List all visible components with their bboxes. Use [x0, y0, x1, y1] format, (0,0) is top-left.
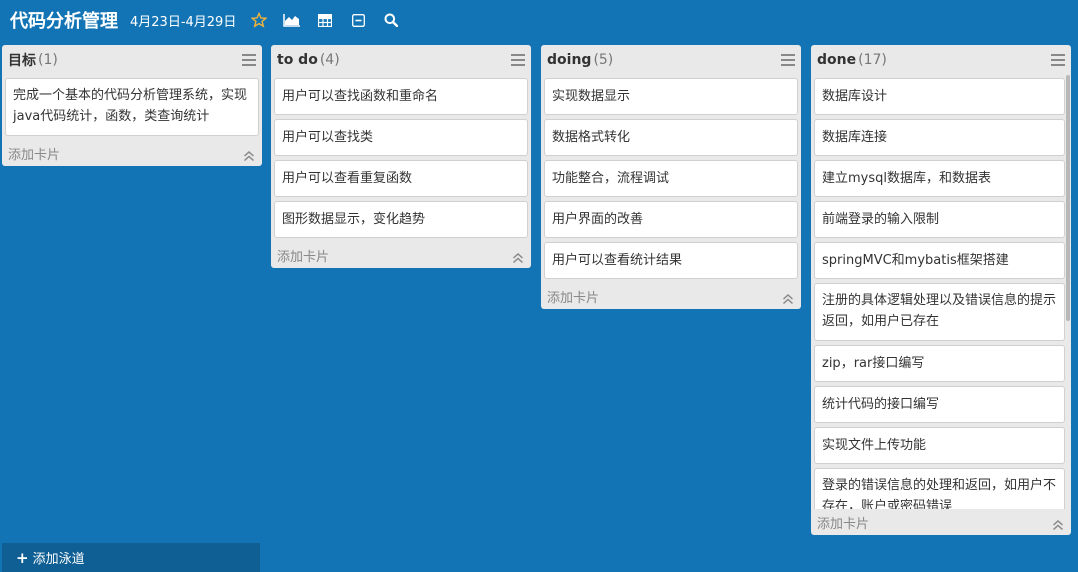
menu-icon[interactable] — [1051, 54, 1065, 66]
board-header: 代码分析管理 4月23日-4月29日 — [0, 0, 1078, 40]
list-doing: doing (5) 实现数据显示 数据格式转化 功能整合，流程调试 用户界面的改… — [541, 45, 801, 309]
card[interactable]: 建立mysql数据库，和数据表 — [814, 160, 1065, 197]
collapse-icon[interactable] — [348, 10, 368, 30]
menu-icon[interactable] — [781, 54, 795, 66]
card[interactable]: 用户可以查找类 — [274, 119, 528, 156]
list-footer: 添加卡片 — [271, 242, 531, 268]
card[interactable]: 注册的具体逻辑处理以及错误信息的提示返回，如用户已存在 — [814, 283, 1065, 341]
list-done: done (17) 数据库设计 数据库连接 建立mysql数据库，和数据表 前端… — [811, 45, 1071, 535]
card-list: 用户可以查找函数和重命名 用户可以查找类 用户可以查看重复函数 图形数据显示，变… — [271, 78, 531, 238]
chevron-up-icon[interactable] — [782, 290, 794, 305]
list-footer: 添加卡片 — [2, 140, 262, 166]
chevron-up-icon[interactable] — [512, 249, 524, 264]
card[interactable]: springMVC和mybatis框架搭建 — [814, 242, 1065, 279]
card[interactable]: 数据库连接 — [814, 119, 1065, 156]
chevron-up-icon[interactable] — [243, 147, 255, 162]
list-count: (1) — [38, 52, 58, 68]
card[interactable]: 前端登录的输入限制 — [814, 201, 1065, 238]
list-header: 目标 (1) — [2, 45, 262, 75]
list-count: (5) — [593, 52, 614, 68]
search-icon[interactable] — [381, 10, 401, 30]
list-count: (17) — [858, 52, 887, 68]
card[interactable]: 统计代码的接口编写 — [814, 386, 1065, 423]
list-goal: 目标 (1) 完成一个基本的代码分析管理系统，实现java代码统计，函数，类查询… — [2, 45, 262, 166]
card[interactable]: 数据格式转化 — [544, 119, 798, 156]
menu-icon[interactable] — [242, 54, 256, 66]
scrollbar[interactable] — [1066, 75, 1070, 321]
card[interactable]: 登录的错误信息的处理和返回，如用户不存在，账户或密码错误 — [814, 468, 1065, 509]
add-lane-button[interactable]: + 添加泳道 — [2, 543, 260, 572]
board-dates: 4月23日-4月29日 — [130, 14, 237, 30]
list-header: to do (4) — [271, 45, 531, 75]
card[interactable]: 用户可以查找函数和重命名 — [274, 78, 528, 115]
add-lane-label: 添加泳道 — [32, 552, 85, 567]
card[interactable]: 用户界面的改善 — [544, 201, 798, 238]
list-name[interactable]: done — [817, 52, 856, 68]
star-icon[interactable] — [249, 10, 269, 30]
card[interactable]: 完成一个基本的代码分析管理系统，实现java代码统计，函数，类查询统计 — [5, 78, 259, 136]
board-title[interactable]: 代码分析管理 — [10, 7, 118, 33]
card-list: 实现数据显示 数据格式转化 功能整合，流程调试 用户界面的改善 用户可以查看统计… — [541, 78, 801, 279]
card[interactable]: 图形数据显示，变化趋势 — [274, 201, 528, 238]
plus-icon: + — [16, 548, 29, 567]
add-card-button[interactable]: 添加卡片 — [8, 144, 60, 163]
card[interactable]: zip，rar接口编写 — [814, 345, 1065, 382]
card-list: 数据库设计 数据库连接 建立mysql数据库，和数据表 前端登录的输入限制 sp… — [811, 75, 1071, 509]
list-header: doing (5) — [541, 45, 801, 75]
list-header: done (17) — [811, 45, 1071, 75]
list-footer: 添加卡片 — [811, 509, 1071, 535]
chart-icon[interactable] — [282, 10, 302, 30]
list-footer: 添加卡片 — [541, 283, 801, 309]
add-card-button[interactable]: 添加卡片 — [547, 287, 599, 306]
card[interactable]: 实现文件上传功能 — [814, 427, 1065, 464]
add-card-button[interactable]: 添加卡片 — [817, 513, 869, 532]
list-count: (4) — [319, 52, 340, 68]
list-todo: to do (4) 用户可以查找函数和重命名 用户可以查找类 用户可以查看重复函… — [271, 45, 531, 268]
card[interactable]: 用户可以查看重复函数 — [274, 160, 528, 197]
chevron-up-icon[interactable] — [1052, 516, 1064, 531]
add-card-button[interactable]: 添加卡片 — [277, 246, 329, 265]
list-name[interactable]: 目标 — [8, 50, 36, 70]
card[interactable]: 用户可以查看统计结果 — [544, 242, 798, 279]
card[interactable]: 实现数据显示 — [544, 78, 798, 115]
table-icon[interactable] — [315, 10, 335, 30]
menu-icon[interactable] — [511, 54, 525, 66]
list-name[interactable]: doing — [547, 52, 591, 68]
card[interactable]: 功能整合，流程调试 — [544, 160, 798, 197]
list-name[interactable]: to do — [277, 52, 318, 68]
card[interactable]: 数据库设计 — [814, 78, 1065, 115]
card-list: 完成一个基本的代码分析管理系统，实现java代码统计，函数，类查询统计 — [2, 78, 262, 136]
